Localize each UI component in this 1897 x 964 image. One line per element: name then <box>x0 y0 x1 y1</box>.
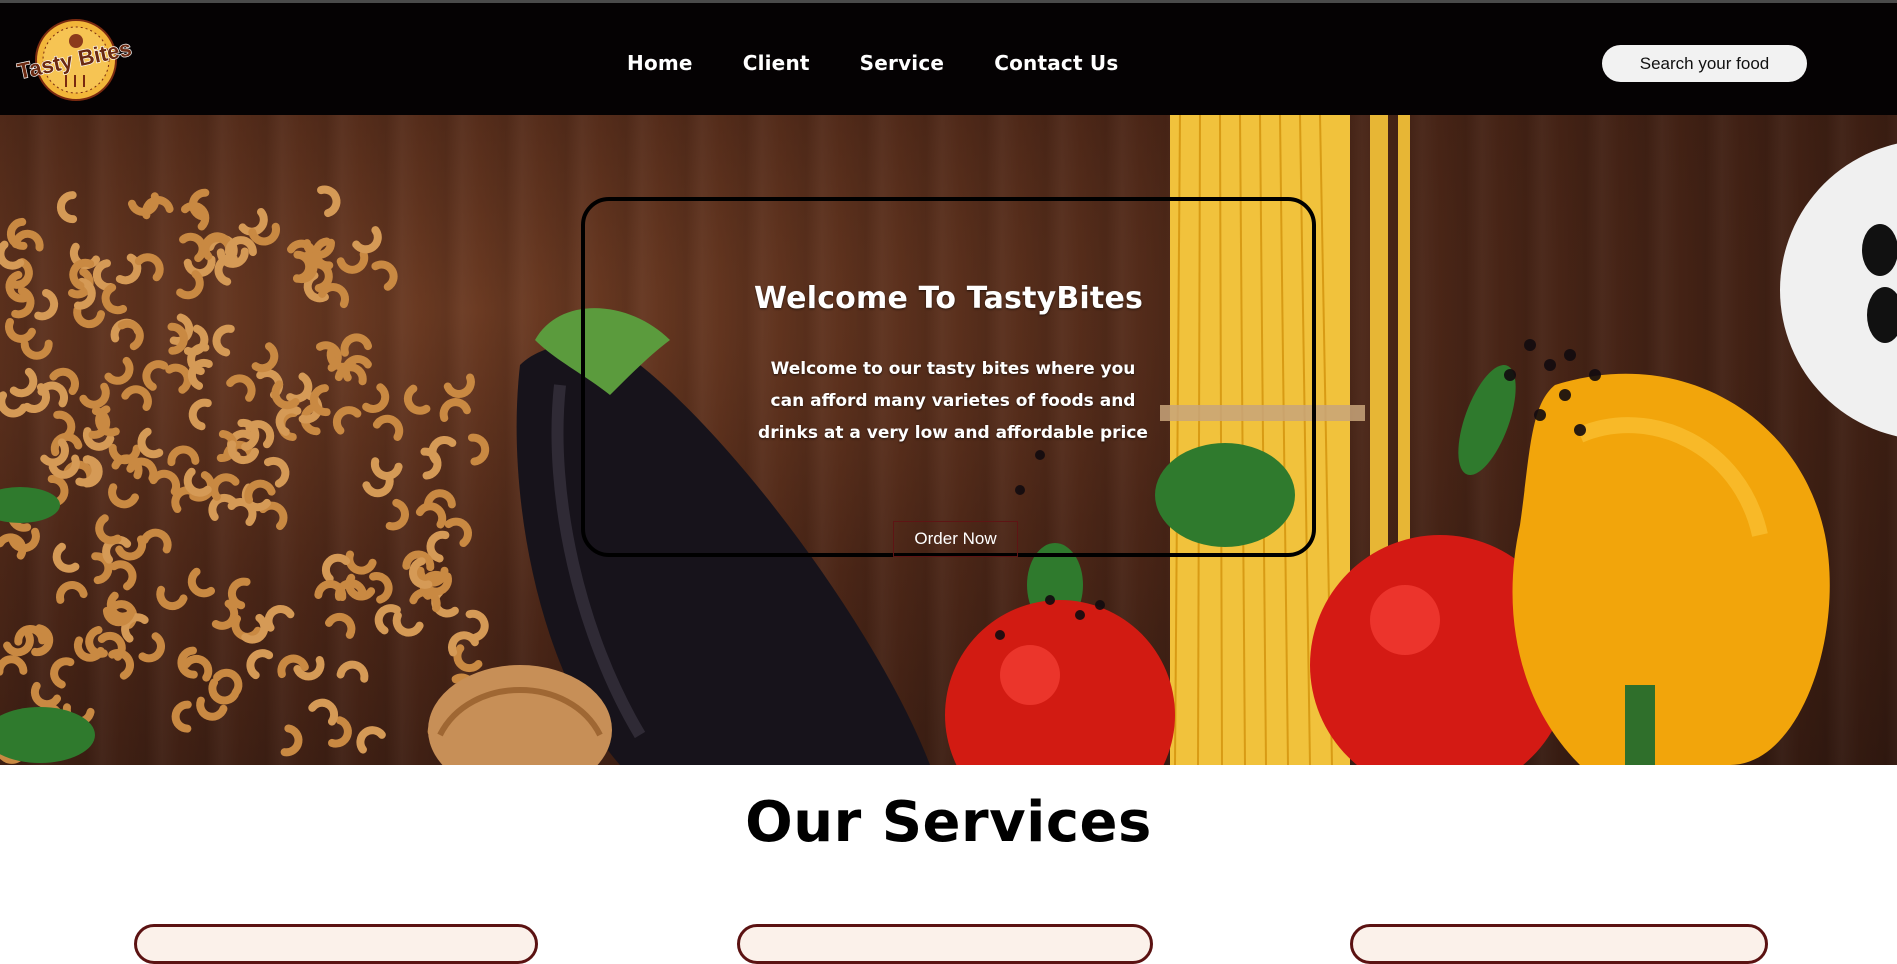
macaroni-piece <box>56 581 88 604</box>
macaroni-piece <box>85 626 108 658</box>
macaroni-piece <box>187 567 216 598</box>
macaroni-piece <box>208 678 239 705</box>
macaroni-piece <box>137 427 164 459</box>
macaroni-piece <box>340 333 373 357</box>
macaroni-piece <box>392 611 424 637</box>
navbar: Tasty Bites Home Client Service Contact … <box>0 3 1897 115</box>
macaroni-piece <box>280 724 303 757</box>
nav-client[interactable]: Client <box>743 51 810 75</box>
macaroni-piece <box>171 700 192 733</box>
macaroni-piece <box>104 356 134 385</box>
macaroni-piece <box>439 398 471 423</box>
macaroni-piece <box>385 498 409 531</box>
macaroni-piece <box>210 473 240 501</box>
macaroni-piece <box>251 342 279 373</box>
macaroni-piece <box>212 324 235 357</box>
nav-home[interactable]: Home <box>627 51 693 75</box>
plate-image <box>1780 143 1897 437</box>
macaroni-piece <box>403 384 431 415</box>
macaroni-piece <box>426 530 450 563</box>
macaroni-piece <box>336 660 369 683</box>
logo-graphic: Tasty Bites <box>15 19 134 101</box>
macaroni-piece <box>321 553 351 583</box>
hero-section: Welcome To TastyBites Welcome to our tas… <box>0 115 1897 765</box>
nav-contact-us[interactable]: Contact Us <box>994 51 1118 75</box>
macaroni-piece <box>371 260 398 291</box>
macaroni-piece <box>9 367 38 398</box>
macaroni-piece <box>334 363 367 386</box>
services-title: Our Services <box>745 790 1152 855</box>
macaroni-piece <box>101 283 128 315</box>
macaroni-piece <box>370 457 403 480</box>
search-input[interactable] <box>1602 45 1807 82</box>
main-nav: Home Client Service Contact Us <box>627 48 1118 78</box>
macaroni-piece <box>156 585 188 611</box>
macaroni-piece <box>134 253 164 282</box>
macaroni-piece <box>362 473 394 498</box>
macaroni-piece <box>142 360 169 391</box>
macaroni-piece <box>52 542 80 573</box>
macaroni-piece <box>167 445 200 467</box>
macaroni-piece <box>56 191 78 224</box>
macaroni-piece <box>263 456 290 488</box>
welcome-card: Welcome To TastyBites Welcome to our tas… <box>581 197 1316 557</box>
macaroni-piece <box>20 339 53 360</box>
macaroni-piece <box>117 319 144 351</box>
macaroni-piece <box>0 391 28 418</box>
macaroni-piece <box>316 185 341 218</box>
macaroni-piece <box>345 550 377 575</box>
macaroni-piece <box>95 514 122 545</box>
macaroni-piece <box>325 612 356 639</box>
macaroni-piece <box>213 668 243 697</box>
macaroni-piece <box>108 483 139 509</box>
macaroni-piece <box>241 483 271 512</box>
macaroni-piece <box>246 649 274 680</box>
macaroni-piece <box>465 609 489 642</box>
macaroni-piece <box>34 288 59 321</box>
macaroni-piece <box>444 517 472 548</box>
macaroni-image <box>0 185 490 765</box>
macaroni-piece <box>308 698 339 726</box>
welcome-description: Welcome to our tasty bites where you can… <box>758 359 1148 443</box>
macaroni-piece <box>183 255 216 278</box>
macaroni-piece <box>356 726 386 754</box>
macaroni-piece <box>227 577 251 610</box>
macaroni-piece <box>244 479 276 504</box>
service-card[interactable] <box>737 924 1153 964</box>
macaroni-piece <box>352 226 382 254</box>
macaroni-piece <box>0 655 28 676</box>
macaroni-piece <box>138 632 165 663</box>
order-now-button[interactable]: Order Now <box>893 521 1018 557</box>
macaroni-piece <box>336 250 369 274</box>
macaroni-piece <box>372 414 404 441</box>
macaroni-piece <box>415 502 447 529</box>
macaroni-piece <box>140 528 172 554</box>
macaroni-piece <box>443 373 475 398</box>
service-card[interactable] <box>134 924 538 964</box>
macaroni-piece <box>176 270 204 300</box>
macaroni-piece <box>467 433 490 466</box>
macaroni-piece <box>5 318 36 343</box>
nav-service[interactable]: Service <box>860 51 945 75</box>
macaroni-piece <box>226 374 256 402</box>
macaroni-piece <box>188 398 212 431</box>
service-card[interactable] <box>1350 924 1768 964</box>
brand-logo[interactable]: Tasty Bites <box>15 17 136 103</box>
macaroni-piece <box>50 657 75 689</box>
macaroni-piece <box>224 236 257 257</box>
macaroni-piece <box>362 383 390 413</box>
macaroni-piece <box>149 469 181 496</box>
macaroni-piece <box>109 560 137 591</box>
macaroni-piece <box>369 572 393 604</box>
macaroni-piece <box>92 259 115 292</box>
yellow-pepper-image <box>1512 373 1830 765</box>
welcome-title: Welcome To TastyBites <box>753 281 1144 316</box>
macaroni-piece <box>332 406 362 435</box>
macaroni-piece <box>73 306 106 329</box>
